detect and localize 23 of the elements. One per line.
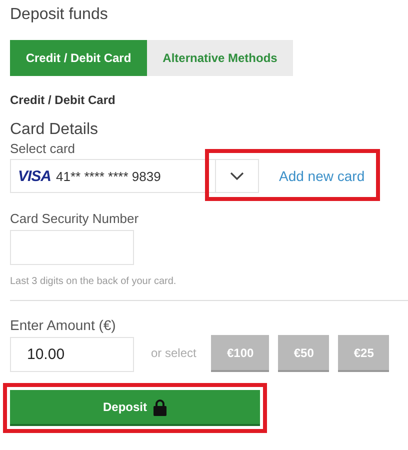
add-card-link[interactable]: Add new card	[279, 168, 365, 184]
preset-amount-button[interactable]: €25	[338, 335, 390, 370]
chevron-down-icon	[230, 172, 244, 180]
security-input-field[interactable]	[10, 230, 134, 265]
card-brand-logo: VISA	[18, 168, 52, 184]
card-select-field[interactable]: VISA 41** **** **** 9839	[10, 159, 216, 193]
security-hint: Last 3 digits on the back of your card.	[10, 276, 178, 287]
select-card-label: Select card	[10, 141, 76, 156]
dropdown-button[interactable]	[216, 159, 259, 193]
deposit-button[interactable]: Deposit	[10, 390, 260, 424]
payment-tab[interactable]: Alternative Methods	[147, 40, 293, 76]
lock-icon	[153, 398, 167, 416]
amount-input-field[interactable]: 10.00	[10, 337, 134, 372]
or-select-text: or select	[151, 346, 196, 360]
page-title: Deposit funds	[10, 5, 109, 25]
card-number: 41** **** **** 9839	[56, 168, 161, 184]
preset-amount-button[interactable]: €50	[278, 335, 330, 370]
section-heading: Credit / Debit Card	[10, 93, 116, 107]
payment-tab[interactable]: Credit / Debit Card	[10, 40, 147, 76]
security-label: Card Security Number	[10, 211, 140, 226]
amount-label: Enter Amount (€)	[10, 317, 117, 333]
card-details-heading: Card Details	[10, 121, 100, 139]
preset-amount-button[interactable]: €100	[211, 335, 270, 370]
